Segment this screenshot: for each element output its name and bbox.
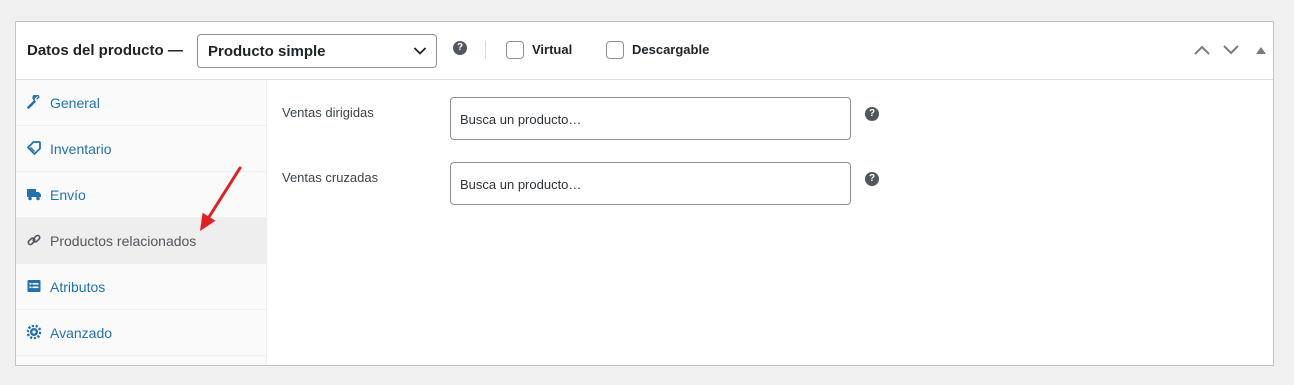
header-divider	[485, 41, 486, 59]
annotation-arrow-icon	[200, 166, 242, 231]
downloadable-checkbox[interactable]	[606, 41, 624, 59]
tab-label: Atributos	[50, 279, 106, 295]
tab-label: Productos relacionados	[50, 233, 197, 249]
virtual-label: Virtual	[532, 42, 573, 57]
downloadable-label: Descargable	[632, 42, 710, 57]
gear-icon	[27, 325, 41, 339]
tab-label: Avanzado	[50, 325, 113, 341]
product-type-select[interactable]: Producto simple	[197, 34, 437, 68]
tab-label: Envío	[50, 187, 86, 203]
tab-atributos[interactable]: Atributos	[16, 264, 266, 310]
panel-header: Datos del producto — Producto simple ? V…	[16, 22, 1273, 80]
link-icon	[27, 234, 41, 246]
product-type-value: Producto simple	[208, 43, 326, 60]
panel-title: Datos del producto —	[27, 42, 183, 59]
crosssells-search-input[interactable]: Busca un producto…	[450, 162, 851, 205]
collapse-toggle-icon[interactable]	[1256, 46, 1266, 54]
upsells-label: Ventas dirigidas	[282, 105, 374, 120]
crosssells-label: Ventas cruzadas	[282, 170, 379, 185]
move-down-icon[interactable]	[1222, 44, 1240, 56]
upsells-placeholder: Busca un producto…	[460, 112, 582, 127]
truck-icon	[27, 189, 41, 201]
tab-general[interactable]: General	[16, 80, 266, 126]
tab-label: General	[50, 95, 100, 111]
tab-avanzado[interactable]: Avanzado	[16, 310, 266, 356]
help-icon[interactable]: ?	[453, 41, 467, 55]
tag-icon	[27, 141, 41, 155]
tab-label: Inventario	[50, 141, 112, 157]
chevron-down-icon	[413, 47, 427, 55]
help-icon[interactable]: ?	[865, 107, 879, 121]
move-up-icon[interactable]	[1193, 44, 1211, 56]
help-icon[interactable]: ?	[865, 172, 879, 186]
wrench-icon	[27, 95, 40, 109]
list-icon	[27, 280, 41, 292]
upsells-search-input[interactable]: Busca un producto…	[450, 97, 851, 140]
virtual-checkbox[interactable]	[506, 41, 524, 59]
crosssells-placeholder: Busca un producto…	[460, 177, 582, 192]
